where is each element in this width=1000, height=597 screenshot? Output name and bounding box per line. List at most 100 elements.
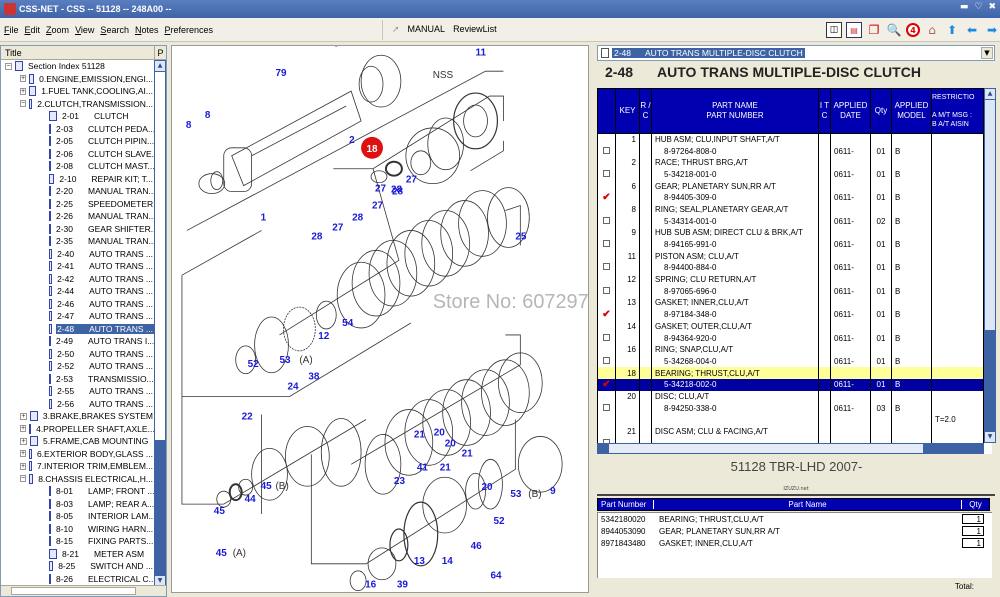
- table-row-name[interactable]: 12 SPRING; CLU RETURN,A/T: [597, 273, 984, 286]
- tree-page[interactable]: 2-41 AUTO TRANS ...: [1, 260, 154, 273]
- menu-zoom[interactable]: Zoom: [46, 25, 69, 35]
- callout-28[interactable]: 28: [391, 185, 403, 196]
- callout-6[interactable]: 6: [333, 38, 339, 49]
- table-row-number[interactable]: ✔ 5-34218-002-0 0611- 01 B: [597, 378, 984, 391]
- callout-53[interactable]: 53: [510, 489, 522, 500]
- menu-search[interactable]: Search: [100, 25, 129, 35]
- tree-page[interactable]: 2-10 REPAIR KIT; T...: [1, 173, 154, 186]
- cart-row[interactable]: 5342180020 BEARING; THRUST,CLU,A/T 1: [598, 513, 992, 525]
- tree-section[interactable]: −8.CHASSIS ELECTRICAL,H...: [1, 473, 154, 486]
- col-key[interactable]: KEY: [615, 88, 640, 134]
- scroll-up-icon[interactable]: ▲: [155, 61, 165, 71]
- callout-38[interactable]: 38: [308, 372, 320, 383]
- callout-8[interactable]: 8: [186, 120, 192, 131]
- callout-20[interactable]: 20: [434, 427, 446, 438]
- checkbox[interactable]: [603, 169, 610, 177]
- table-row-name[interactable]: 6 GEAR; PLANETARY SUN,RR A/T: [597, 180, 984, 192]
- callout-53[interactable]: 53: [279, 355, 291, 366]
- tree-section[interactable]: +3.BRAKE,BRAKES SYSTEM: [1, 410, 154, 423]
- callout-23[interactable]: 23: [394, 476, 406, 487]
- col-model[interactable]: APPLIED MODEL: [891, 88, 932, 134]
- callout-46[interactable]: 46: [471, 541, 483, 552]
- table-vertical-scrollbar[interactable]: ▲ ▼: [984, 88, 996, 443]
- magnifier-icon[interactable]: 🔍: [886, 22, 902, 38]
- home-icon[interactable]: ⌂: [924, 22, 940, 38]
- table-row-name[interactable]: 8 RING; SEAL,PLANETARY GEAR,A/T: [597, 203, 984, 216]
- scroll-thumb[interactable]: [609, 444, 923, 453]
- expand-icon[interactable]: +: [20, 437, 27, 445]
- tree-page[interactable]: 2-20 MANUAL TRAN...: [1, 185, 154, 198]
- tree-section[interactable]: +5.FRAME,CAB MOUNTING: [1, 435, 154, 448]
- table-row-number[interactable]: 8-94400-884-0 0611- 01 B: [597, 262, 984, 274]
- callout-9[interactable]: 9: [550, 486, 556, 497]
- table-row-name[interactable]: 13 GASKET; INNER,CLU,A/T: [597, 297, 984, 309]
- tree-page[interactable]: 8-10 WIRING HARN...: [1, 523, 154, 536]
- callout-45[interactable]: 45: [214, 506, 226, 517]
- callout-21[interactable]: 21: [462, 448, 474, 459]
- tree-page[interactable]: 2-05 CLUTCH PIPIN...: [1, 135, 154, 148]
- tree-section[interactable]: +4.PROPELLER SHAFT,AXLE...: [1, 423, 154, 436]
- book-icon[interactable]: ◫: [826, 22, 842, 38]
- tree-page[interactable]: 2-55 AUTO TRANS ...: [1, 385, 154, 398]
- checkbox[interactable]: [603, 240, 610, 248]
- scroll-down-icon[interactable]: ▼: [985, 432, 995, 442]
- menu-file[interactable]: File: [4, 25, 19, 35]
- tree-section[interactable]: −2.CLUTCH,TRANSMISSION...: [1, 98, 154, 111]
- tree-vertical-scrollbar[interactable]: ▲ ▼: [154, 60, 166, 587]
- tree-page[interactable]: 2-06 CLUTCH SLAVE...: [1, 148, 154, 161]
- tree-page[interactable]: 2-44 AUTO TRANS ...: [1, 285, 154, 298]
- col-date[interactable]: APPLIED DATE: [830, 88, 871, 134]
- checkbox[interactable]: [603, 356, 610, 364]
- col-restriction[interactable]: RESTRICTIO A M/T MSG : B A/T AISIN: [931, 88, 984, 134]
- page-select[interactable]: 2-48 AUTO TRANS MULTIPLE-DISC CLUTCH ▼: [597, 45, 995, 61]
- table-row-number[interactable]: 5-34268-004-0 0611- 01 B: [597, 355, 984, 368]
- tree-section[interactable]: +6.EXTERIOR BODY,GLASS ...: [1, 448, 154, 461]
- up-arrow-icon[interactable]: ⬆: [944, 22, 960, 38]
- collapse-icon[interactable]: −: [5, 62, 12, 70]
- close-button[interactable]: ✖: [988, 2, 996, 12]
- tree-page[interactable]: 8-01 LAMP; FRONT ...: [1, 485, 154, 498]
- callout-28[interactable]: 28: [311, 231, 323, 242]
- callout-24[interactable]: 24: [287, 382, 299, 393]
- tree-page[interactable]: 2-08 CLUTCH MAST...: [1, 160, 154, 173]
- tree-page[interactable]: 2-53 TRANSMISSIO...: [1, 373, 154, 386]
- expand-icon[interactable]: +: [20, 412, 27, 420]
- checked-icon[interactable]: ✔: [602, 309, 610, 320]
- review-list-button[interactable]: ReviewList: [453, 24, 497, 35]
- tree-page[interactable]: 8-15 FIXING PARTS...: [1, 535, 154, 548]
- tree-page[interactable]: 2-48 AUTO TRANS ...: [1, 323, 154, 336]
- col-itc[interactable]: I T C: [818, 88, 831, 134]
- scroll-up-icon[interactable]: ▲: [985, 89, 995, 99]
- cart-qty-input[interactable]: 1: [962, 514, 984, 524]
- manual-button[interactable]: MANUAL: [408, 24, 446, 35]
- cart-col-qty[interactable]: Qty: [962, 500, 989, 509]
- right-arrow-icon[interactable]: ➡: [984, 22, 1000, 38]
- badge-icon[interactable]: 4: [906, 23, 920, 37]
- tree-section[interactable]: +0.ENGINE,EMISSION,ENGI...: [1, 73, 154, 86]
- callout-13[interactable]: 13: [414, 556, 426, 567]
- callout-64[interactable]: 64: [490, 571, 502, 582]
- table-row-number[interactable]: 8-97065-696-0 0611- 01 B: [597, 285, 984, 298]
- table-row-number[interactable]: 5-34314-001-0 0611- 02 B: [597, 215, 984, 227]
- tree-page[interactable]: 2-25 SPEEDOMETER...: [1, 198, 154, 211]
- table-row-number[interactable]: ✔ 8-94405-309-0 0611- 01 B: [597, 191, 984, 204]
- tree-page[interactable]: 2-47 AUTO TRANS ...: [1, 310, 154, 323]
- tree-page[interactable]: 2-03 CLUTCH PEDA...: [1, 123, 154, 136]
- callout-28[interactable]: 28: [352, 212, 364, 223]
- callout-39[interactable]: 39: [397, 580, 409, 591]
- tree-header-p[interactable]: P: [155, 46, 166, 59]
- callout-45[interactable]: 45: [261, 481, 273, 492]
- callout-52[interactable]: 52: [248, 359, 260, 370]
- checkbox[interactable]: [603, 333, 610, 341]
- checked-icon[interactable]: ✔: [602, 192, 610, 203]
- callout-20[interactable]: 20: [482, 482, 494, 493]
- callout-79[interactable]: 79: [276, 68, 288, 79]
- table-row-name[interactable]: 16 RING; SNAP,CLU,A/T: [597, 343, 984, 356]
- callout-44[interactable]: 44: [245, 494, 257, 505]
- scroll-thumb[interactable]: [11, 587, 136, 595]
- callout-27[interactable]: 27: [375, 184, 387, 195]
- checked-icon[interactable]: ✔: [602, 379, 610, 390]
- tree-page[interactable]: 2-49 AUTO TRANS I...: [1, 335, 154, 348]
- tree-section[interactable]: +7.INTERIOR TRIM,EMBLEM...: [1, 460, 154, 473]
- tree-page[interactable]: 8-05 INTERIOR LAM...: [1, 510, 154, 523]
